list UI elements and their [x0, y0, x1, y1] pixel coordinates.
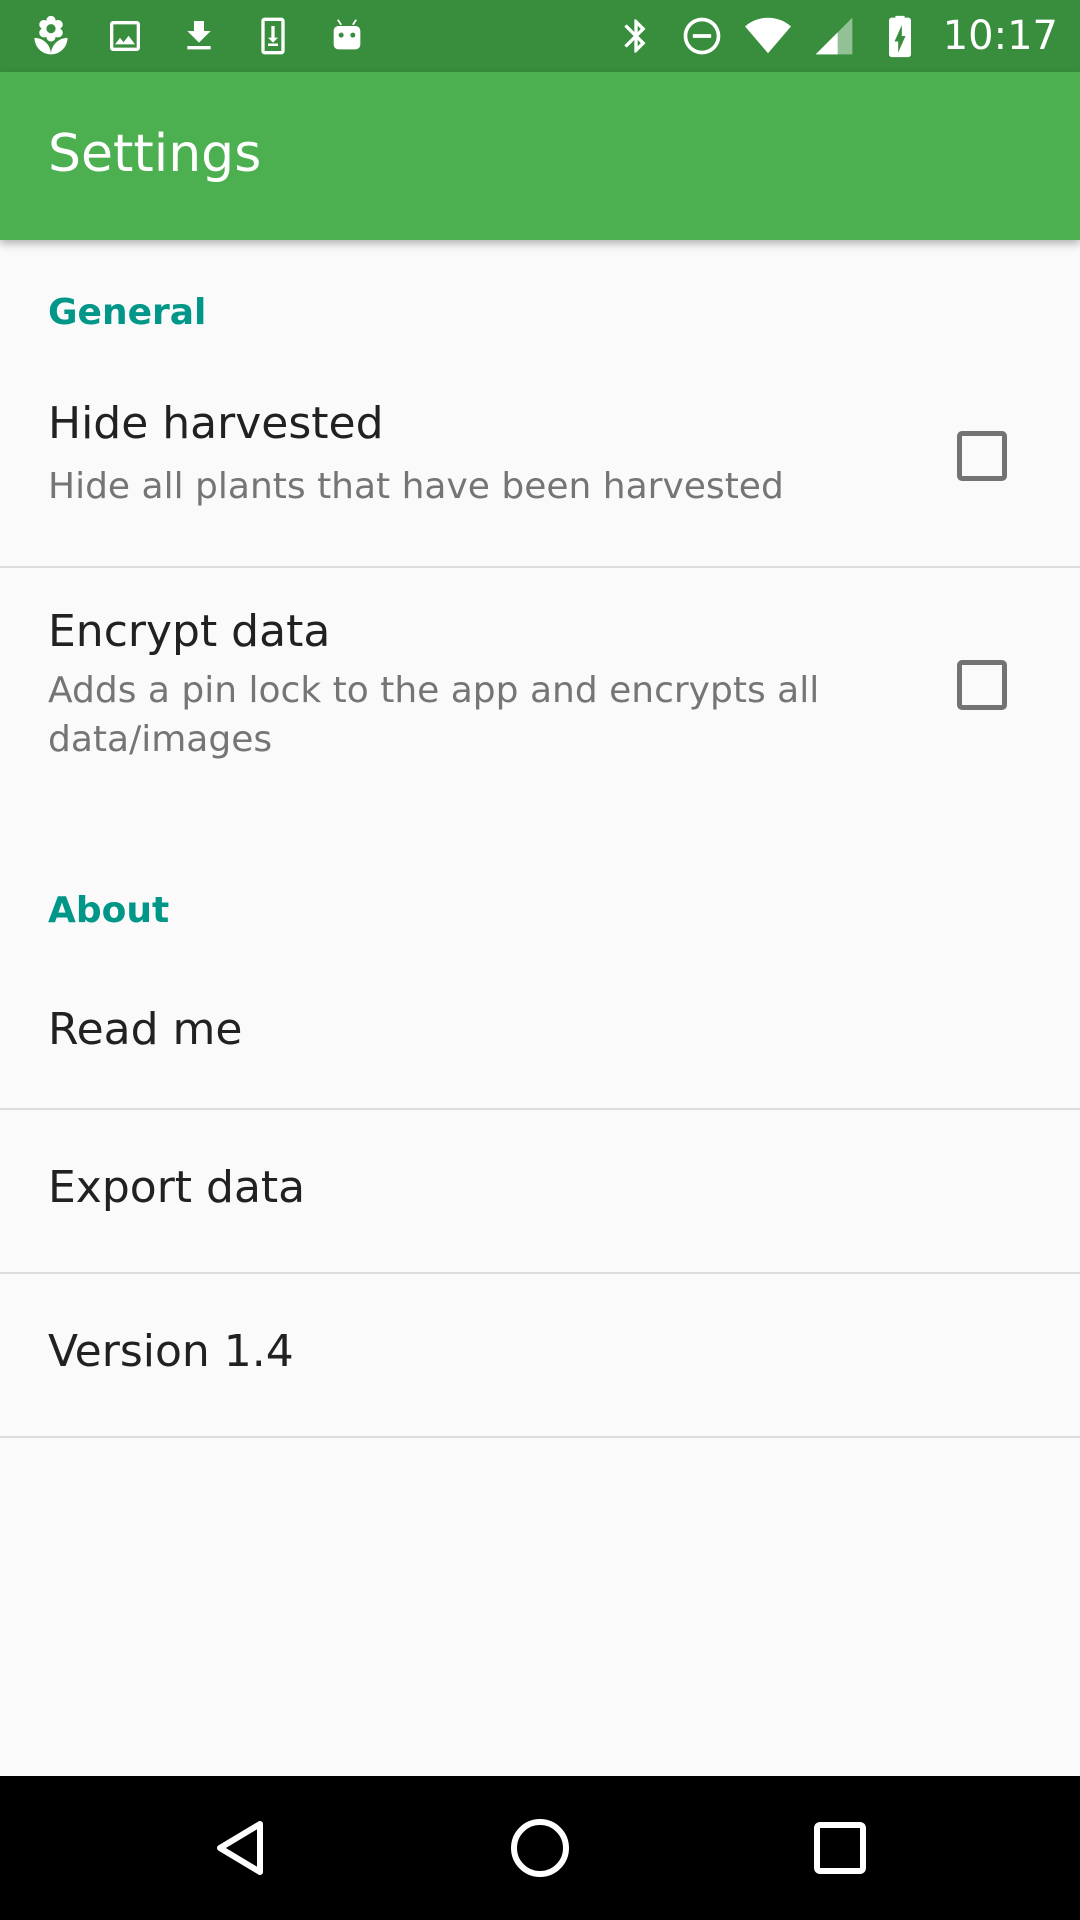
plant-icon — [28, 13, 74, 59]
divider — [0, 1436, 1080, 1438]
pref-summary: Adds a pin lock to the app and encrypts … — [48, 670, 820, 760]
encrypt-data-checkbox[interactable] — [957, 660, 1007, 710]
do-not-disturb-icon — [679, 13, 725, 59]
pref-title: Read me — [48, 1004, 243, 1055]
pref-encrypt-data[interactable]: Encrypt data Adds a pin lock to the app … — [0, 568, 1080, 828]
pref-title: Hide harvested — [48, 398, 384, 449]
cell-signal-icon — [811, 13, 857, 59]
back-icon[interactable] — [204, 1812, 276, 1884]
recents-icon[interactable] — [804, 1812, 876, 1884]
pref-hide-harvested[interactable]: Hide harvested Hide all plants that have… — [0, 362, 1080, 572]
bluetooth-icon — [613, 13, 659, 59]
battery-charging-icon — [877, 13, 923, 59]
hide-harvested-checkbox[interactable] — [957, 431, 1007, 481]
app-bar: Settings — [0, 72, 1080, 240]
android-icon — [324, 13, 370, 59]
status-bar: 10:17 — [0, 0, 1080, 72]
image-icon — [102, 13, 148, 59]
category-general: General — [48, 292, 207, 333]
category-about: About — [48, 890, 170, 931]
sd-download-icon — [250, 13, 296, 59]
pref-title: Version 1.4 — [48, 1326, 294, 1377]
page-title: Settings — [48, 124, 262, 184]
pref-read-me[interactable]: Read me — [0, 960, 1080, 1110]
wifi-icon — [744, 13, 791, 59]
pref-title: Export data — [48, 1162, 306, 1213]
pref-version[interactable]: Version 1.4 — [0, 1274, 1080, 1436]
clock: 10:17 — [942, 13, 1058, 59]
download-icon — [176, 13, 222, 59]
home-icon[interactable] — [504, 1812, 576, 1884]
pref-title: Encrypt data — [48, 606, 331, 657]
pref-export-data[interactable]: Export data — [0, 1110, 1080, 1272]
pref-summary: Hide all plants that have been harvested — [48, 466, 784, 507]
notification-icons — [28, 0, 370, 72]
system-icons: 10:17 — [613, 0, 1058, 72]
navigation-bar — [0, 1776, 1080, 1920]
